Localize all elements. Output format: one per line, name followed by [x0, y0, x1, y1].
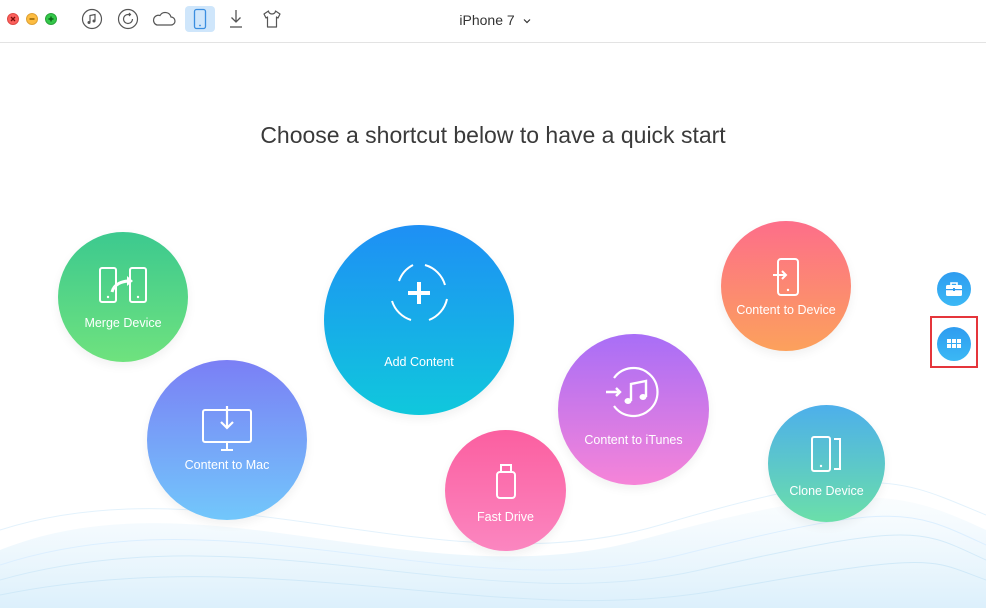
fast-drive-button[interactable]: Fast Drive: [445, 430, 566, 551]
toolbox-button[interactable]: [937, 272, 971, 306]
tshirt-icon: [263, 10, 281, 28]
music-note-icon: [81, 8, 103, 30]
toolbox-icon: [946, 282, 962, 296]
tool-backup-manager-button[interactable]: [113, 6, 143, 32]
clone-device-icon: [810, 436, 841, 472]
cloud-icon: [152, 11, 176, 26]
window-maximize-button[interactable]: [45, 13, 57, 25]
tool-device-manager-button[interactable]: [185, 6, 215, 32]
merge-device-label: Merge Device: [84, 316, 162, 330]
device-name: iPhone 7: [459, 12, 515, 28]
window-minimize-button[interactable]: [26, 13, 38, 25]
fast-drive-label: Fast Drive: [477, 510, 534, 524]
device-selector[interactable]: iPhone 7: [440, 10, 550, 30]
page-title: Choose a shortcut below to have a quick …: [260, 122, 726, 148]
highlight-box: [930, 316, 978, 368]
content-to-mac-button[interactable]: Content to Mac: [147, 360, 307, 520]
content-to-device-button[interactable]: Content to Device: [721, 221, 851, 351]
history-icon: [117, 8, 139, 30]
toolbar: iPhone 7: [0, 0, 986, 43]
content-to-itunes-label: Content to iTunes: [584, 433, 683, 447]
add-content-button[interactable]: Add Content: [324, 225, 514, 415]
window-close-button[interactable]: [7, 13, 19, 25]
usb-drive-icon: [495, 464, 516, 499]
phone-import-icon: [773, 258, 799, 296]
close-icon: [10, 16, 16, 22]
tool-itunes-library-button[interactable]: [77, 6, 107, 32]
maximize-icon: [48, 16, 54, 22]
minimize-icon: [29, 18, 35, 20]
content-to-mac-label: Content to Mac: [184, 458, 270, 472]
merge-device-icon: [99, 267, 147, 303]
content-to-device-label: Content to Device: [736, 303, 836, 317]
monitor-download-icon: [202, 406, 252, 451]
content-to-itunes-button[interactable]: Content to iTunes: [558, 334, 709, 485]
add-content-label: Add Content: [384, 355, 454, 369]
phone-icon: [193, 8, 207, 30]
add-icon: [391, 264, 448, 321]
tool-icloud-manager-button[interactable]: [149, 6, 179, 32]
tool-skin-button[interactable]: [257, 6, 287, 32]
clone-device-button[interactable]: Clone Device: [768, 405, 885, 522]
clone-device-label: Clone Device: [789, 484, 864, 498]
itunes-transfer-icon: [605, 366, 659, 418]
tool-downloader-button[interactable]: [221, 6, 251, 32]
download-icon: [230, 10, 242, 28]
chevron-down-icon: [523, 19, 531, 24]
merge-device-button[interactable]: Merge Device: [58, 232, 188, 362]
